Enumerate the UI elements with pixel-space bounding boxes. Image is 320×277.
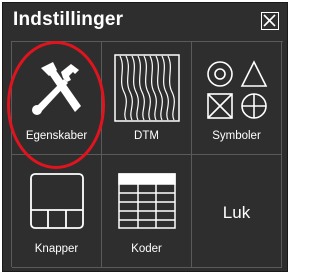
dtm-icon (113, 54, 180, 122)
tile-symboler[interactable]: Symboler (192, 42, 282, 155)
settings-panel: Indstillinger Egenskaber DTM Symboler Kn… (2, 2, 288, 272)
close-icon (263, 14, 276, 27)
tile-label: DTM (134, 130, 159, 142)
symbols-icon (206, 60, 267, 119)
tile-label: Luk (222, 203, 251, 222)
close-button[interactable] (261, 12, 279, 30)
tile-knapper[interactable]: Knapper (12, 155, 102, 268)
tile-koder[interactable]: Koder (102, 155, 192, 268)
tile-label: Knapper (34, 243, 79, 255)
codes-table-icon (117, 173, 176, 229)
buttons-layout-icon (29, 173, 84, 229)
window-title: Indstillinger (13, 9, 124, 30)
tile-egenskaber[interactable]: Egenskaber (12, 42, 102, 155)
tile-luk[interactable]: Luk (192, 155, 282, 268)
tools-icon (31, 62, 81, 115)
tile-label: Egenskaber (25, 130, 88, 142)
title-bar: Indstillinger (3, 3, 287, 41)
tile-dtm[interactable]: DTM (102, 42, 192, 155)
tile-label: Symboler (212, 130, 261, 142)
tile-label: Koder (131, 243, 162, 255)
settings-grid: Egenskaber DTM Symboler Knapper Koder Lu… (11, 41, 283, 268)
